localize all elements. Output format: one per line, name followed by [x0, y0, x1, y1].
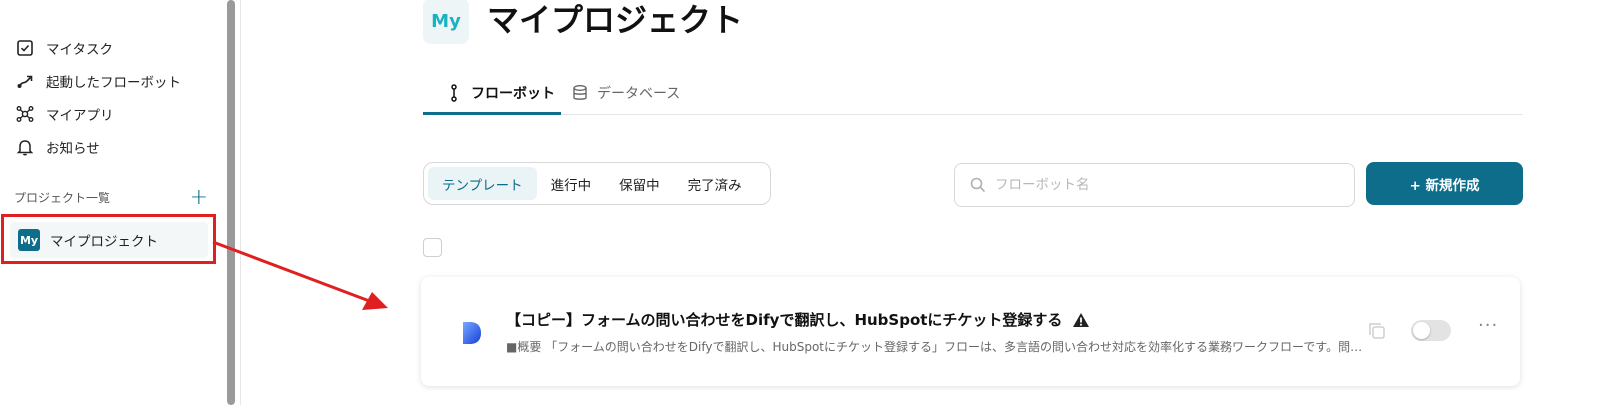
- search-box: [954, 163, 1355, 207]
- more-options-button[interactable]: ···: [1478, 315, 1498, 336]
- sidebar-divider: [240, 0, 241, 405]
- project-header-badge: My: [423, 0, 469, 44]
- new-flowbot-button[interactable]: + 新規作成: [1366, 162, 1523, 205]
- sidebar-item-started-flowbots[interactable]: 起動したフローボット: [14, 68, 181, 94]
- filter-on-hold[interactable]: 保留中: [605, 167, 674, 200]
- tab-bar: フローボット データベース: [423, 70, 1523, 115]
- highlight-box: [1, 214, 216, 264]
- page-title: マイプロジェクト: [487, 1, 744, 39]
- status-filter-group: テンプレート 進行中 保留中 完了済み: [423, 162, 771, 205]
- sidebar: マイタスク 起動したフローボット マイアプリ お知らせ プロジェクト一覧 + M…: [0, 0, 228, 405]
- select-all-checkbox[interactable]: [423, 238, 442, 257]
- flowbot-toggle[interactable]: [1411, 320, 1451, 341]
- flowbot-title-text: 【コピー】フォームの問い合わせをDifyで翻訳し、HubSpotにチケット登録す…: [506, 311, 1063, 329]
- tab-database[interactable]: データベース: [571, 70, 680, 115]
- warning-icon: [1073, 312, 1090, 327]
- flowbot-card[interactable]: 【コピー】フォームの問い合わせをDifyで翻訳し、HubSpotにチケット登録す…: [421, 277, 1520, 386]
- sidebar-item-my-tasks[interactable]: マイタスク: [14, 35, 113, 61]
- sidebar-item-label: お知らせ: [46, 141, 100, 157]
- sidebar-item-notifications[interactable]: お知らせ: [14, 134, 100, 160]
- bell-icon: [14, 136, 36, 158]
- filter-completed[interactable]: 完了済み: [674, 167, 756, 200]
- active-tab-indicator: [423, 112, 561, 115]
- tab-label: フローボット: [471, 85, 555, 102]
- flowbot-description: ■概要 「フォームの問い合わせをDifyで翻訳し、HubSpotにチケット登録す…: [506, 340, 1364, 354]
- sidebar-item-label: 起動したフローボット: [46, 75, 181, 91]
- tab-flowbot[interactable]: フローボット: [445, 70, 555, 115]
- copy-icon[interactable]: [1367, 321, 1387, 341]
- app-network-icon: [14, 103, 36, 125]
- flowbot-title[interactable]: 【コピー】フォームの問い合わせをDifyで翻訳し、HubSpotにチケット登録す…: [506, 309, 1090, 330]
- flow-arrow-icon: [14, 70, 36, 92]
- filter-template[interactable]: テンプレート: [428, 167, 537, 200]
- database-icon: [573, 84, 587, 100]
- dify-logo-icon: [463, 322, 481, 344]
- sidebar-item-my-apps[interactable]: マイアプリ: [14, 101, 114, 127]
- sidebar-scrollbar[interactable]: [227, 0, 235, 405]
- sidebar-item-label: マイタスク: [46, 42, 113, 58]
- tab-label: データベース: [597, 85, 681, 102]
- project-list-title: プロジェクト一覧: [14, 191, 111, 205]
- project-list-header: プロジェクト一覧 +: [14, 186, 208, 208]
- sidebar-item-label: マイアプリ: [46, 108, 114, 124]
- search-icon: [970, 177, 986, 193]
- checkbox-icon: [14, 37, 36, 59]
- sidebar-top-fragment: [14, 0, 214, 4]
- filter-in-progress[interactable]: 進行中: [537, 167, 606, 200]
- search-input[interactable]: [995, 177, 1335, 193]
- add-project-button[interactable]: +: [190, 186, 208, 208]
- flow-icon: [451, 83, 457, 102]
